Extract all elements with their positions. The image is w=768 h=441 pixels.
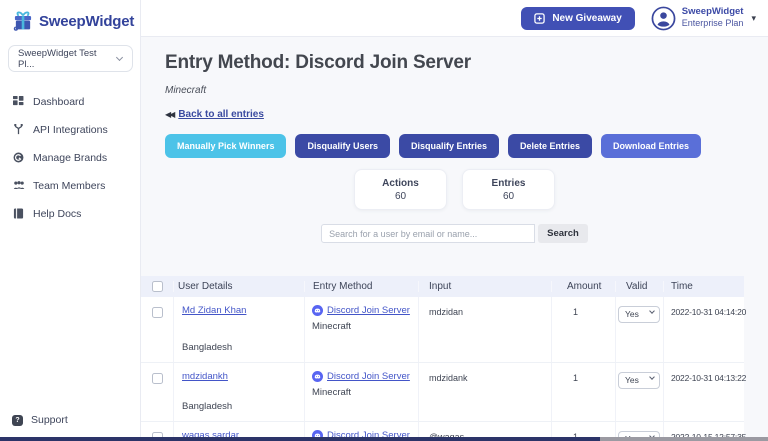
row-checkbox[interactable] xyxy=(152,307,163,318)
chat-question-icon: ? xyxy=(12,414,23,426)
sidebar: SweepWidget SweepWidget Test Pl... Dashb… xyxy=(0,0,141,441)
sidebar-item-manage-brands[interactable]: Manage Brands xyxy=(8,146,132,169)
bottom-progress-bar xyxy=(0,437,768,441)
dashboard-grid-icon xyxy=(12,95,25,108)
account-plan: Enterprise Plan xyxy=(681,18,744,29)
column-header-input: Input xyxy=(419,281,552,292)
sidebar-item-label: Dashboard xyxy=(33,95,85,108)
entry-input: mdzidan xyxy=(419,297,552,362)
rewind-icon: ◀◀ xyxy=(165,110,175,119)
user-country: Bangladesh xyxy=(182,342,233,353)
user-link[interactable]: mdzidankh xyxy=(182,371,300,382)
topbar: New Giveaway SweepWidget Enterprise Plan… xyxy=(141,0,768,37)
column-header-entry-method: Entry Method xyxy=(305,281,419,292)
stat-value: 60 xyxy=(394,190,407,202)
workspace-label: SweepWidget Test Pl... xyxy=(18,47,97,70)
download-entries-button[interactable]: Download Entries xyxy=(601,134,702,158)
column-header-time: Time xyxy=(671,281,693,292)
stats-row: Actions 60 Entries 60 xyxy=(165,169,744,210)
page-content: Entry Method: Discord Join Server Minecr… xyxy=(141,37,768,441)
sidebar-item-label: Help Docs xyxy=(33,207,82,220)
entry-amount: 1 xyxy=(552,297,616,362)
sidebar-item-team-members[interactable]: Team Members xyxy=(8,174,132,197)
entries-stat-card: Entries 60 xyxy=(462,169,555,210)
entry-method-link[interactable]: Discord Join Server xyxy=(327,305,410,316)
column-header-valid: Valid xyxy=(616,281,664,292)
entry-method-link[interactable]: Discord Join Server xyxy=(327,371,410,382)
entry-time: 2022-10-31 04:14:20 xyxy=(671,307,747,317)
entry-method-campaign: Minecraft xyxy=(312,387,352,398)
sidebar-item-dashboard[interactable]: Dashboard xyxy=(8,90,132,113)
account-name: SweepWidget xyxy=(681,6,744,18)
actions-stat-card: Actions 60 xyxy=(354,169,447,210)
entry-time: 2022-10-31 04:13:22 xyxy=(671,373,747,383)
entries-table: User Details Entry Method Input Amount V… xyxy=(141,276,747,441)
manually-pick-winners-button[interactable]: Manually Pick Winners xyxy=(165,134,287,158)
search-row: Search xyxy=(165,224,744,243)
disqualify-entries-button[interactable]: Disqualify Entries xyxy=(398,134,500,158)
book-icon xyxy=(12,207,25,220)
sidebar-item-label: API Integrations xyxy=(33,123,108,136)
git-branch-icon xyxy=(12,123,25,136)
discord-icon xyxy=(312,305,323,316)
gift-icon xyxy=(12,10,34,32)
table-row: mdzidankh Bangladesh Discord Join Server… xyxy=(141,363,747,422)
main-area: New Giveaway SweepWidget Enterprise Plan… xyxy=(141,0,768,441)
column-header-amount: Amount xyxy=(552,281,616,292)
sidebar-item-support[interactable]: ? Support xyxy=(8,409,132,431)
campaign-name: Minecraft xyxy=(165,85,207,96)
workspace-selector[interactable]: SweepWidget Test Pl... xyxy=(8,45,133,72)
disqualify-users-button[interactable]: Disqualify Users xyxy=(295,134,390,158)
user-link[interactable]: Md Zidan Khan xyxy=(182,305,300,316)
app-window: SweepWidget SweepWidget Test Pl... Dashb… xyxy=(0,0,768,441)
brand-name: SweepWidget xyxy=(39,12,135,30)
table-row: Md Zidan Khan Bangladesh Discord Join Se… xyxy=(141,297,747,363)
account-menu[interactable]: SweepWidget Enterprise Plan ▾ xyxy=(651,6,756,31)
entry-amount: 1 xyxy=(552,363,616,421)
sidebar-item-label: Manage Brands xyxy=(33,151,108,164)
bulk-actions-row: Manually Pick Winners Disqualify Users D… xyxy=(165,134,768,158)
row-checkbox[interactable] xyxy=(152,373,163,384)
table-header-row: User Details Entry Method Input Amount V… xyxy=(141,276,744,297)
column-header-user-details: User Details xyxy=(174,281,305,292)
page-title: Entry Method: Discord Join Server xyxy=(165,52,471,73)
brand-circle-icon xyxy=(12,151,25,164)
new-giveaway-button[interactable]: New Giveaway xyxy=(521,6,635,30)
sidebar-item-help-docs[interactable]: Help Docs xyxy=(8,202,132,225)
sidebar-item-label: Team Members xyxy=(33,179,106,192)
add-box-icon xyxy=(534,12,546,24)
valid-select[interactable]: Yes xyxy=(618,305,660,323)
stat-label: Entries xyxy=(491,177,526,189)
support-label: Support xyxy=(31,414,68,426)
sidebar-nav: Dashboard API Integrations Manage Brands… xyxy=(8,90,132,225)
brand-logo[interactable]: SweepWidget xyxy=(8,10,135,32)
avatar xyxy=(651,6,676,31)
user-country: Bangladesh xyxy=(182,401,233,412)
entry-input: mdzidank xyxy=(419,363,552,421)
entry-method-campaign: Minecraft xyxy=(312,321,352,332)
team-people-icon xyxy=(12,179,25,192)
bottom-progress-fill xyxy=(0,437,600,441)
valid-select[interactable]: Yes xyxy=(618,371,660,389)
delete-entries-button[interactable]: Delete Entries xyxy=(508,134,593,158)
select-all-checkbox[interactable] xyxy=(152,281,163,292)
sidebar-item-api-integrations[interactable]: API Integrations xyxy=(8,118,132,141)
caret-down-icon: ▾ xyxy=(751,12,756,23)
discord-icon xyxy=(312,371,323,382)
stat-label: Actions xyxy=(382,177,419,189)
stat-value: 60 xyxy=(502,190,515,202)
search-input[interactable] xyxy=(321,224,536,243)
search-button[interactable]: Search xyxy=(538,224,588,243)
back-to-entries-link[interactable]: ◀◀ Back to all entries xyxy=(165,109,264,120)
